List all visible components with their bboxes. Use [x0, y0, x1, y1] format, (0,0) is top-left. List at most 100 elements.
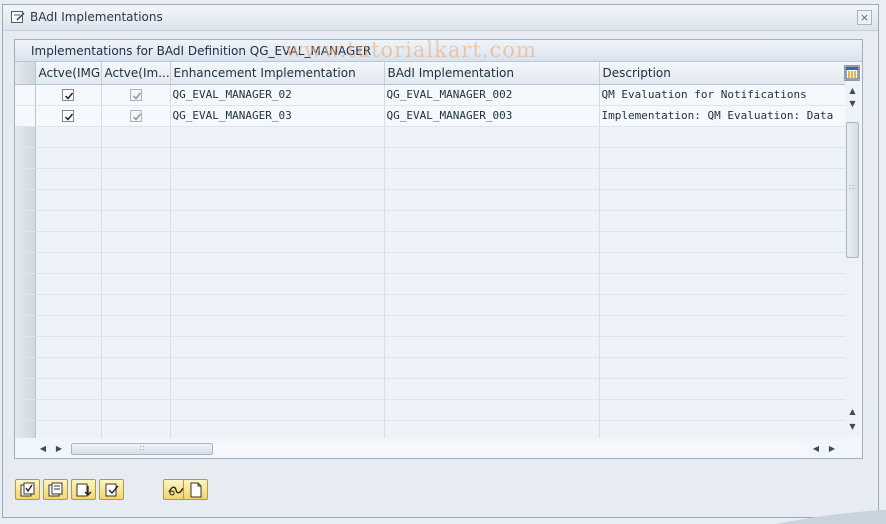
empty-cell — [384, 231, 600, 253]
empty-cell — [384, 315, 600, 337]
description-cell[interactable]: QM Evaluation for Notifications — [599, 84, 846, 106]
deselect-all-icon — [48, 482, 63, 497]
scroll-down-icon[interactable]: ▼ — [845, 98, 860, 110]
checkbox[interactable] — [62, 89, 74, 101]
row-selector[interactable] — [15, 105, 36, 127]
empty-cell — [101, 294, 171, 316]
close-button[interactable]: × — [857, 10, 872, 25]
empty-cell — [35, 126, 102, 148]
empty-cell — [170, 126, 385, 148]
active-img-cell[interactable] — [35, 84, 102, 106]
empty-cell — [599, 273, 846, 295]
active-impl-cell — [101, 84, 171, 106]
empty-cell — [599, 399, 846, 421]
row-selector — [15, 252, 36, 274]
scroll-up-icon[interactable]: ▲ — [845, 406, 860, 418]
filter-button[interactable] — [99, 479, 124, 500]
select-all-button[interactable] — [15, 479, 40, 500]
empty-row — [15, 273, 846, 295]
empty-cell — [101, 252, 171, 274]
empty-row — [15, 147, 846, 169]
empty-cell — [101, 210, 171, 232]
column-header[interactable]: Actve(Im... — [101, 62, 171, 85]
row-selector — [15, 273, 36, 295]
empty-cell — [384, 273, 600, 295]
scroll-down-icon[interactable]: ▼ — [845, 421, 860, 433]
new-document-icon — [190, 482, 202, 498]
empty-cell — [35, 378, 102, 400]
table-row[interactable]: QG_EVAL_MANAGER_03 QG_EVAL_MANAGER_003 Imp… — [15, 105, 846, 127]
empty-row — [15, 126, 846, 148]
empty-cell — [599, 357, 846, 379]
empty-cell — [599, 294, 846, 316]
empty-cell — [599, 231, 846, 253]
empty-row — [15, 315, 846, 337]
row-selector — [15, 126, 36, 148]
enhancement-implementation-cell[interactable]: QG_EVAL_MANAGER_02 — [170, 84, 385, 106]
empty-row — [15, 252, 846, 274]
empty-cell — [384, 357, 600, 379]
select-all-icon — [20, 482, 35, 497]
empty-cell — [35, 336, 102, 358]
description-cell[interactable]: Implementation: QM Evaluation: Data — [599, 105, 846, 127]
column-header[interactable]: Enhancement Implementation — [170, 62, 385, 85]
empty-cell — [101, 420, 171, 438]
sort-button[interactable] — [71, 479, 96, 500]
change-layout-button[interactable] — [844, 65, 860, 81]
column-header[interactable]: Description — [599, 62, 846, 85]
badi-implementation-cell[interactable]: QG_EVAL_MANAGER_002 — [384, 84, 600, 106]
empty-cell — [101, 147, 171, 169]
empty-cell — [101, 273, 171, 295]
new-document-button[interactable] — [183, 479, 208, 500]
empty-cell — [599, 252, 846, 274]
deselect-all-button[interactable] — [43, 479, 68, 500]
empty-cell — [35, 294, 102, 316]
table-row[interactable]: QG_EVAL_MANAGER_02 QG_EVAL_MANAGER_002 QM … — [15, 84, 846, 106]
empty-cell — [170, 273, 385, 295]
empty-cell — [170, 252, 385, 274]
empty-cell — [101, 126, 171, 148]
select-all-cell[interactable] — [15, 62, 36, 85]
column-header[interactable]: Actve(IMG) — [35, 62, 102, 85]
checkbox[interactable] — [62, 110, 74, 122]
checkmark-icon — [132, 92, 141, 100]
enhancement-implementation-cell[interactable]: QG_EVAL_MANAGER_03 — [170, 105, 385, 127]
empty-cell — [35, 210, 102, 232]
empty-cell — [170, 210, 385, 232]
active-img-cell[interactable] — [35, 105, 102, 127]
empty-cell — [170, 378, 385, 400]
scroll-left-icon[interactable]: ◀ — [37, 442, 49, 456]
empty-cell — [101, 399, 171, 421]
empty-cell — [35, 273, 102, 295]
empty-cell — [101, 168, 171, 190]
row-selector — [15, 294, 36, 316]
row-selector[interactable] — [15, 84, 36, 106]
row-selector — [15, 315, 36, 337]
empty-row — [15, 357, 846, 379]
empty-cell — [384, 399, 600, 421]
badi-implementation-cell[interactable]: QG_EVAL_MANAGER_003 — [384, 105, 600, 127]
vertical-scrollbar[interactable]: ▲ ▼ ∷ ▲ ▼ — [845, 84, 860, 436]
row-selector — [15, 210, 36, 232]
scroll-right-icon[interactable]: ▶ — [53, 442, 65, 456]
empty-cell — [35, 315, 102, 337]
empty-cell — [35, 168, 102, 190]
empty-cell — [35, 252, 102, 274]
sort-icon — [76, 483, 92, 497]
window-corner-decoration — [776, 510, 886, 524]
scroll-left-icon[interactable]: ◀ — [810, 442, 822, 456]
horizontal-scrollbar[interactable]: ◀ ▶ ∷ ◀ ▶ — [35, 441, 843, 457]
empty-row — [15, 231, 846, 253]
checkmark-icon — [64, 113, 74, 121]
empty-cell — [101, 231, 171, 253]
vertical-scroll-thumb[interactable]: ∷ — [846, 122, 859, 258]
column-header[interactable]: BAdI Implementation — [384, 62, 600, 85]
empty-cell — [101, 378, 171, 400]
horizontal-scroll-thumb[interactable]: ∷ — [71, 443, 213, 455]
title-bar: BAdI Implementations × — [3, 5, 878, 31]
empty-cell — [35, 399, 102, 421]
scroll-right-icon[interactable]: ▶ — [826, 442, 838, 456]
scroll-up-icon[interactable]: ▲ — [845, 85, 860, 97]
empty-cell — [599, 315, 846, 337]
horizontal-scroll-track[interactable]: ∷ — [71, 442, 807, 456]
